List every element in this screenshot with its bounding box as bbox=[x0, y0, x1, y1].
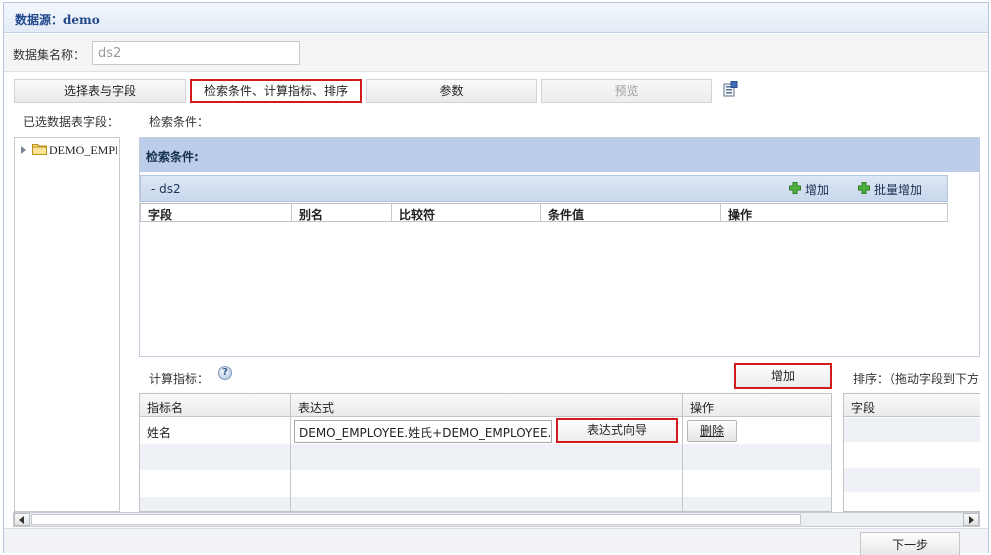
col-header-operation[interactable]: 操作 bbox=[720, 203, 948, 222]
tab-preview[interactable]: 预览 bbox=[541, 79, 712, 103]
help-icon[interactable]: ? bbox=[218, 366, 232, 380]
folder-icon bbox=[32, 143, 47, 155]
col-header-metric-operation[interactable]: 操作 bbox=[682, 394, 831, 417]
delete-metric-label: 删除 bbox=[699, 424, 724, 438]
popout-icon[interactable] bbox=[722, 81, 738, 97]
col-header-expression[interactable]: 表达式 bbox=[290, 394, 682, 417]
table-row-stripe bbox=[844, 418, 980, 442]
search-conditions-label: 检索条件： bbox=[149, 115, 210, 129]
tab-conditions-metrics-sort[interactable]: 检索条件、计算指标、排序 bbox=[190, 79, 362, 103]
col-header-sort-field[interactable]: 字段 bbox=[844, 394, 980, 417]
tree-item-demo-employee[interactable]: DEMO_EMPLOYEE bbox=[49, 143, 117, 158]
arrow-left-icon bbox=[19, 516, 24, 524]
tab-parameters[interactable]: 参数 bbox=[366, 79, 537, 103]
col-header-field[interactable]: 字段 bbox=[140, 203, 291, 222]
column-divider bbox=[290, 394, 291, 512]
next-step-button[interactable]: 下一步 bbox=[860, 532, 960, 555]
footer-bar bbox=[4, 528, 988, 553]
col-header-metric-name[interactable]: 指标名 bbox=[140, 394, 290, 417]
calc-metrics-label: 计算指标： bbox=[149, 372, 210, 386]
table-row-stripe bbox=[844, 468, 980, 492]
col-header-alias[interactable]: 别名 bbox=[291, 203, 391, 222]
fields-tree-panel bbox=[14, 137, 120, 512]
col-header-comparator[interactable]: 比较符 bbox=[391, 203, 540, 222]
col-header-condition-value[interactable]: 条件值 bbox=[540, 203, 720, 222]
scrollbar-thumb[interactable] bbox=[31, 514, 801, 525]
tab-select-table-fields[interactable]: 选择表与字段 bbox=[14, 79, 186, 103]
ds2-group-label[interactable]: - ds2 bbox=[151, 182, 181, 196]
scroll-right-button[interactable] bbox=[963, 513, 979, 526]
window-title: 数据源：demo bbox=[15, 13, 100, 27]
arrow-right-icon bbox=[969, 516, 974, 524]
expand-arrow-icon[interactable] bbox=[21, 146, 26, 154]
scroll-left-button[interactable] bbox=[14, 513, 30, 526]
expression-wizard-button[interactable]: 表达式向导 bbox=[556, 418, 678, 443]
metric-name-cell[interactable]: 姓名 bbox=[147, 424, 171, 441]
add-condition-button[interactable]: 增加 bbox=[805, 181, 829, 198]
selected-fields-label: 已选数据表字段： bbox=[23, 115, 120, 129]
search-conditions-header bbox=[140, 138, 980, 172]
dataset-name-label: 数据集名称： bbox=[13, 48, 86, 62]
title-bar bbox=[4, 3, 988, 33]
dataset-name-input[interactable] bbox=[92, 41, 300, 65]
column-divider bbox=[682, 394, 683, 512]
search-conditions-title: 检索条件: bbox=[146, 150, 199, 164]
batch-add-condition-button[interactable]: 批量增加 bbox=[874, 181, 922, 198]
table-row-stripe bbox=[140, 444, 831, 470]
delete-metric-button[interactable]: 删除 bbox=[687, 420, 737, 442]
batch-add-plus-icon bbox=[858, 182, 870, 194]
add-metric-button[interactable]: 增加 bbox=[734, 363, 832, 389]
sort-label: 排序：（拖动字段到下方 bbox=[853, 372, 980, 386]
expression-input[interactable]: DEMO_EMPLOYEE.姓氏+DEMO_EMPLOYEE.名字 bbox=[294, 420, 552, 443]
table-row-stripe bbox=[140, 497, 831, 511]
add-plus-icon bbox=[789, 182, 801, 194]
